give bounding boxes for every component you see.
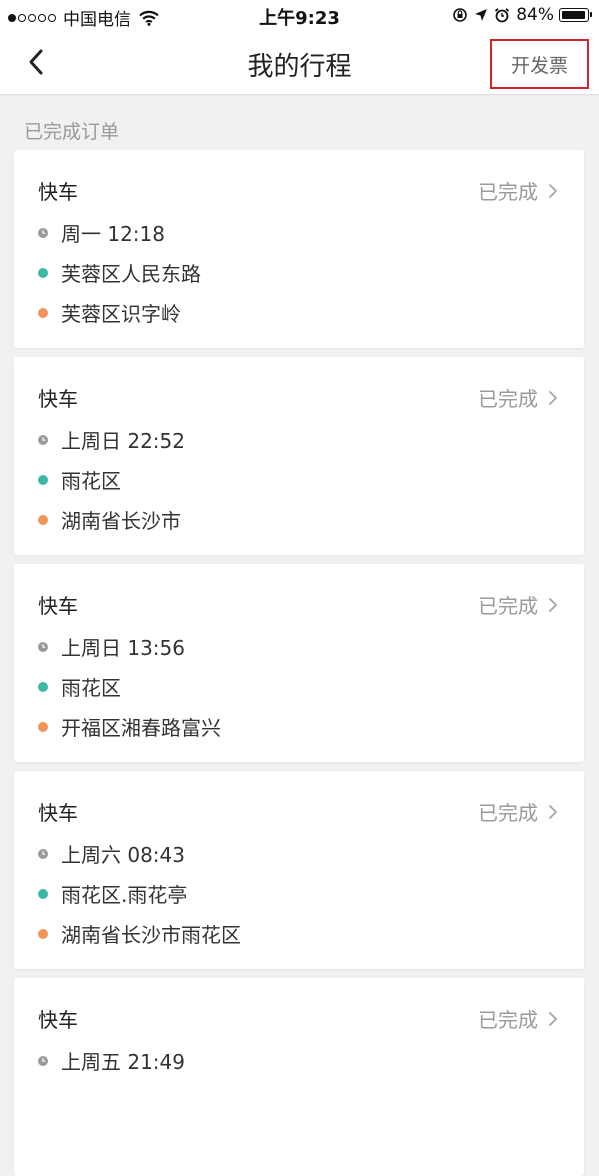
pickup-row: 芙蓉区人民东路	[38, 258, 201, 287]
order-card[interactable]: 快车 已完成 上周五 21:49	[14, 978, 584, 1176]
pickup-location: 雨花区.雨花亭	[61, 883, 188, 907]
battery-level-fill	[562, 11, 585, 19]
order-status: 已完成	[478, 797, 558, 826]
invoice-button-label: 开发票	[510, 54, 568, 77]
trip-time-row: 上周日 22:52	[38, 425, 185, 454]
order-card[interactable]: 快车 已完成 上周日 22:52 雨花区 湖南省长沙市	[14, 357, 584, 555]
battery-icon	[559, 8, 592, 22]
orientation-lock-icon	[453, 8, 468, 22]
pickup-dot-icon	[38, 681, 48, 692]
pickup-dot-icon	[38, 888, 48, 899]
invoice-button[interactable]: 开发票	[490, 39, 589, 89]
trip-time: 上周日 22:52	[61, 429, 185, 453]
trip-time-row: 上周五 21:49	[38, 1046, 185, 1075]
dropoff-row: 湖南省长沙市	[38, 505, 181, 534]
ride-type: 快车	[38, 801, 78, 825]
chevron-right-icon	[549, 390, 557, 405]
alarm-icon	[495, 8, 510, 23]
clock-icon	[38, 1055, 48, 1066]
trip-time: 上周日 13:56	[61, 636, 185, 660]
battery-percent: 84%	[516, 5, 554, 25]
ride-type: 快车	[38, 1008, 78, 1032]
ride-type: 快车	[38, 180, 78, 204]
nav-bar: 我的行程 开发票	[0, 32, 599, 95]
dropoff-location: 开福区湘春路富兴	[61, 716, 221, 740]
trip-time: 周一 12:18	[61, 222, 165, 246]
clock-icon	[38, 227, 48, 238]
trip-time-row: 周一 12:18	[38, 218, 165, 247]
order-status: 已完成	[478, 1004, 558, 1033]
dropoff-dot-icon	[38, 928, 48, 939]
dropoff-dot-icon	[38, 721, 48, 732]
chevron-right-icon	[549, 1011, 557, 1026]
order-status-label: 已完成	[478, 1008, 538, 1032]
trip-time: 上周五 21:49	[61, 1050, 185, 1074]
order-status-label: 已完成	[478, 180, 538, 204]
clock-icon	[38, 848, 48, 859]
pickup-row: 雨花区	[38, 465, 121, 494]
pickup-row: 雨花区	[38, 672, 121, 701]
order-status: 已完成	[478, 383, 558, 412]
ride-type: 快车	[38, 594, 78, 618]
pickup-row: 雨花区.雨花亭	[38, 879, 187, 908]
clock-icon	[38, 434, 48, 445]
dropoff-location: 芙蓉区识字岭	[61, 302, 181, 326]
trip-time: 上周六 08:43	[61, 843, 185, 867]
order-card[interactable]: 快车 已完成 周一 12:18 芙蓉区人民东路 芙蓉区识字岭	[14, 150, 584, 348]
order-card[interactable]: 快车 已完成 上周六 08:43 雨花区.雨花亭 湖南省长沙市雨花区	[14, 771, 584, 969]
pickup-location: 雨花区	[61, 469, 121, 493]
pickup-dot-icon	[38, 474, 48, 485]
clock-icon	[38, 641, 48, 652]
dropoff-row: 芙蓉区识字岭	[38, 298, 181, 327]
pickup-location: 雨花区	[61, 676, 121, 700]
pickup-dot-icon	[38, 267, 48, 278]
chevron-left-icon	[29, 49, 43, 75]
chevron-right-icon	[549, 804, 557, 819]
ride-type: 快车	[38, 387, 78, 411]
status-bar: 中国电信 上午9:23 84%	[0, 0, 599, 32]
order-status-label: 已完成	[478, 801, 538, 825]
dropoff-location: 湖南省长沙市雨花区	[61, 923, 241, 947]
dropoff-dot-icon	[38, 514, 48, 525]
dropoff-row: 湖南省长沙市雨花区	[38, 919, 241, 948]
order-status: 已完成	[478, 590, 558, 619]
section-header: 已完成订单	[24, 121, 120, 143]
chevron-right-icon	[549, 183, 557, 198]
pickup-location: 芙蓉区人民东路	[61, 262, 201, 286]
location-arrow-icon	[475, 9, 488, 21]
order-status: 已完成	[478, 176, 558, 205]
status-right: 84%	[452, 5, 592, 25]
back-button[interactable]	[18, 44, 54, 80]
dropoff-dot-icon	[38, 307, 48, 318]
order-status-label: 已完成	[478, 387, 538, 411]
dropoff-location: 湖南省长沙市	[61, 509, 181, 533]
trip-time-row: 上周六 08:43	[38, 839, 185, 868]
order-status-label: 已完成	[478, 594, 538, 618]
dropoff-row: 开福区湘春路富兴	[38, 712, 221, 741]
chevron-right-icon	[549, 597, 557, 612]
order-card[interactable]: 快车 已完成 上周日 13:56 雨花区 开福区湘春路富兴	[14, 564, 584, 762]
trip-time-row: 上周日 13:56	[38, 632, 185, 661]
